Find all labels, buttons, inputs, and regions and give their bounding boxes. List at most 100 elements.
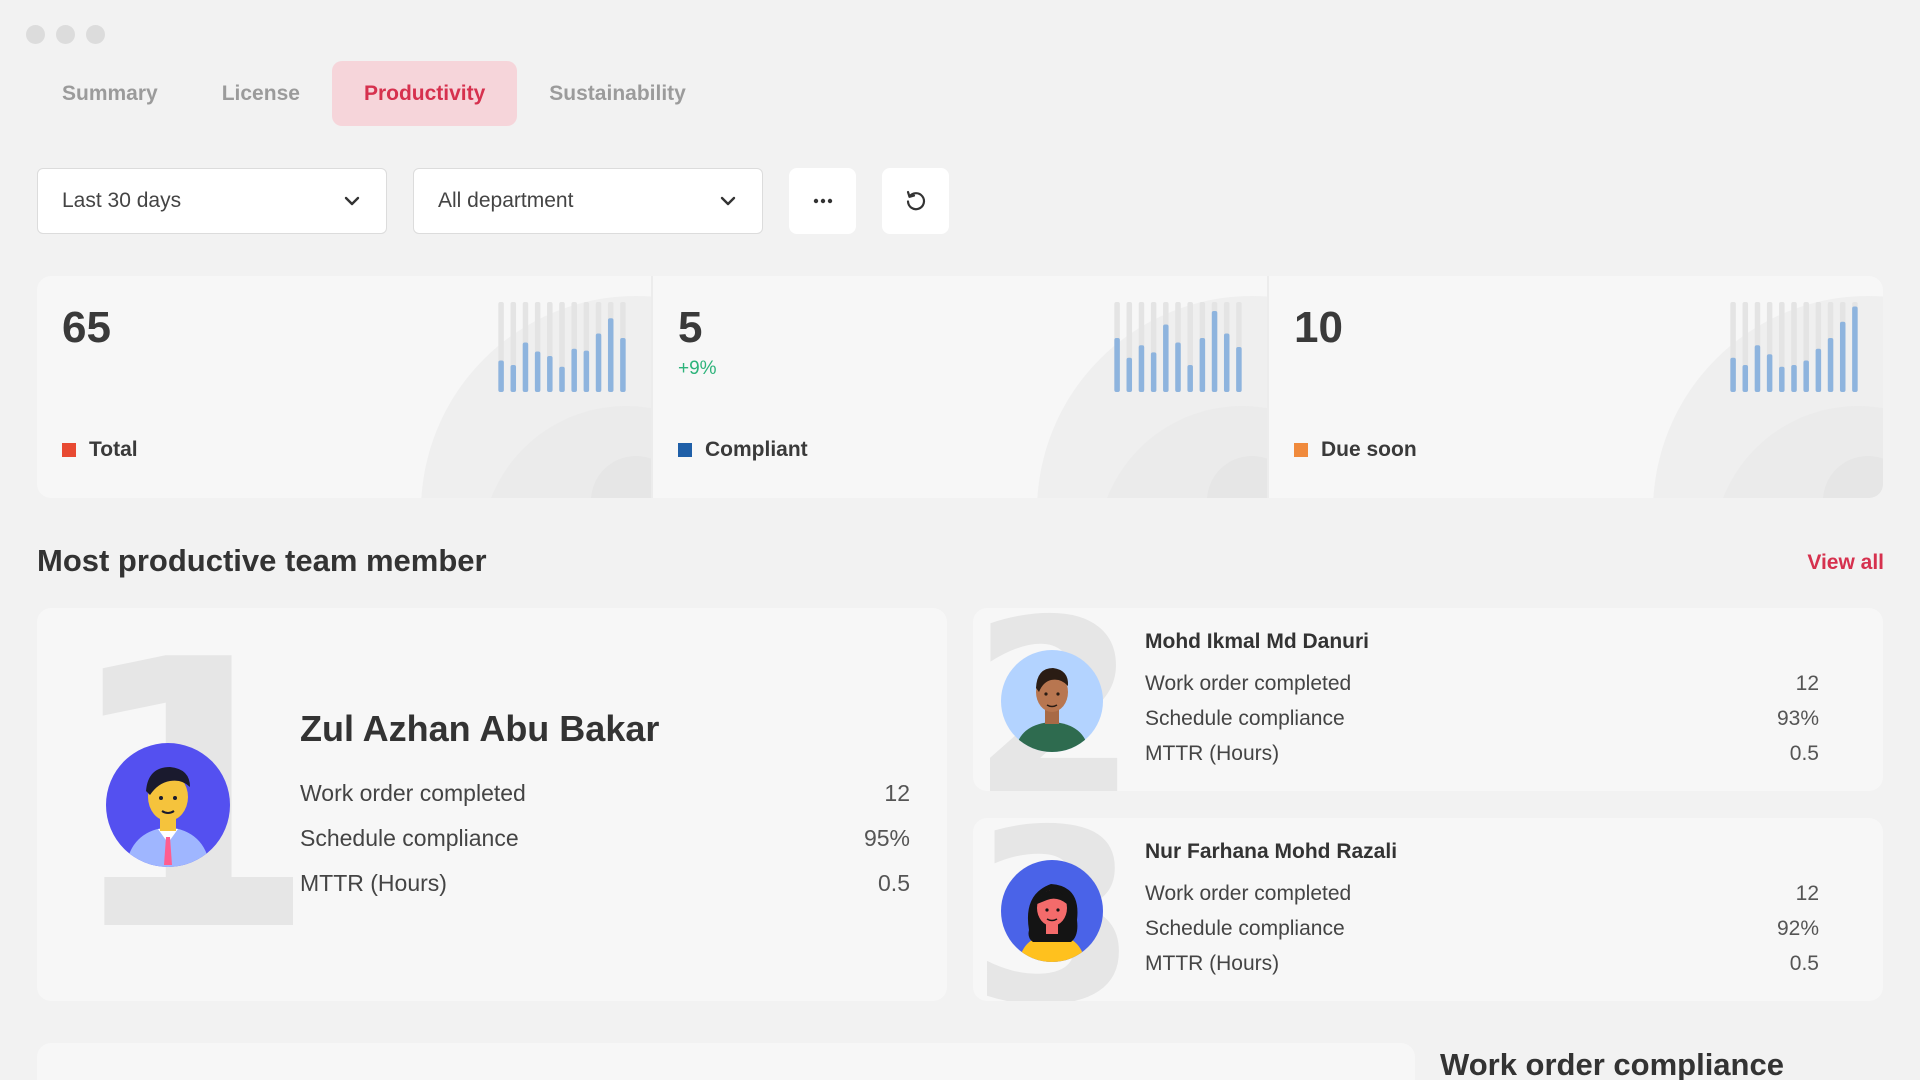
mini-bar	[1150, 352, 1157, 392]
work-order-compliance-title: Work order compliance	[1440, 1047, 1784, 1080]
stat-label: Compliant	[705, 438, 808, 461]
metric-label: Schedule compliance	[1145, 917, 1345, 940]
more-icon	[813, 198, 832, 204]
mini-bar	[1199, 338, 1206, 392]
stat-legend: Compliant	[678, 438, 808, 462]
metric-value: 95%	[863, 825, 910, 851]
metric-value: 93%	[1776, 707, 1819, 730]
mini-bar	[1742, 365, 1749, 392]
member-card[interactable]: 3 Nur Farhana Mohd Razali Work order com…	[973, 818, 1883, 1001]
member-name: Nur Farhana Mohd Razali	[1145, 840, 1398, 863]
mini-bar	[1223, 333, 1230, 392]
refresh-icon	[906, 190, 925, 211]
stats-panel: 65 Total 5 +9% Compliant 10 Due soon	[37, 276, 1883, 498]
chevron-down-icon	[720, 196, 736, 206]
stat-legend: Total	[62, 438, 138, 462]
department-select[interactable]: All department	[413, 168, 763, 234]
section-title: Most productive team member	[37, 543, 487, 578]
member-metrics: Work order completed 12 Schedule complia…	[1145, 882, 1819, 987]
metric-row: MTTR (Hours) 0.5	[1145, 952, 1819, 987]
mini-bar	[1187, 365, 1193, 392]
metric-value: 92%	[1776, 917, 1819, 940]
mini-bar	[1730, 357, 1736, 392]
mini-bar	[1791, 365, 1797, 392]
mini-bar	[1827, 338, 1834, 392]
legend-swatch	[678, 443, 692, 457]
window-controls	[26, 25, 105, 44]
mini-bar	[1114, 338, 1120, 392]
window-dot[interactable]	[26, 25, 45, 44]
mini-bar	[1175, 342, 1181, 392]
mini-bar	[498, 360, 504, 392]
legend-swatch	[62, 443, 76, 457]
mini-bar	[510, 365, 517, 392]
tab-productivity[interactable]: Productivity	[331, 61, 518, 126]
mini-bar	[1126, 357, 1133, 392]
member-name: Mohd Ikmal Md Danuri	[1145, 630, 1370, 653]
metric-label: MTTR (Hours)	[1145, 952, 1280, 975]
stat-label: Total	[89, 438, 138, 461]
mini-bar	[607, 318, 614, 392]
tab-bar: Summary License Productivity Sustainabil…	[30, 61, 718, 126]
tab-sustainability[interactable]: Sustainability	[517, 61, 718, 126]
refresh-button[interactable]	[882, 168, 949, 234]
metric-row: Work order completed 12	[1145, 882, 1819, 917]
chevron-down-icon	[344, 196, 360, 206]
stat-label: Due soon	[1321, 438, 1417, 461]
tab-summary[interactable]: Summary	[30, 61, 190, 126]
window-dot[interactable]	[86, 25, 105, 44]
more-button[interactable]	[789, 168, 856, 234]
metric-row: MTTR (Hours) 0.5	[300, 870, 910, 915]
mini-bar	[1766, 354, 1773, 392]
metric-label: Work order completed	[300, 780, 526, 806]
view-all-link[interactable]: View all	[1807, 551, 1884, 575]
period-select[interactable]: Last 30 days	[37, 168, 387, 234]
legend-swatch	[1294, 443, 1308, 457]
mini-bar	[522, 342, 529, 392]
mini-bar-chart	[1114, 302, 1242, 392]
mini-bar	[1815, 348, 1822, 392]
mini-bar	[1754, 345, 1761, 392]
metric-label: Schedule compliance	[1145, 707, 1345, 730]
member-name: Zul Azhan Abu Bakar	[300, 708, 660, 749]
mini-bar	[595, 333, 602, 392]
period-select-value: Last 30 days	[62, 189, 182, 212]
avatar	[106, 743, 230, 867]
member-metrics: Work order completed 12 Schedule complia…	[300, 780, 910, 915]
mini-bar	[571, 348, 577, 392]
tab-license[interactable]: License	[190, 61, 332, 126]
bottom-panel	[37, 1043, 1415, 1080]
metric-value: 0.5	[1789, 952, 1819, 975]
metric-value: 12	[1795, 882, 1819, 905]
metric-label: MTTR (Hours)	[300, 870, 447, 896]
metric-row: Schedule compliance 93%	[1145, 707, 1819, 742]
window-dot[interactable]	[56, 25, 75, 44]
stat-compliant: 5 +9% Compliant	[651, 276, 1267, 498]
mini-bar	[1236, 347, 1242, 392]
metric-label: MTTR (Hours)	[1145, 742, 1280, 765]
mini-bar	[547, 356, 553, 392]
metric-row: Schedule compliance 92%	[1145, 917, 1819, 952]
stat-due-soon: 10 Due soon	[1267, 276, 1883, 498]
member-card[interactable]: 2 Mohd Ikmal Md Danuri Work order comple…	[973, 608, 1883, 791]
metric-value: 12	[1795, 672, 1819, 695]
department-select-value: All department	[438, 189, 574, 212]
mini-bar-chart	[1730, 302, 1858, 392]
metric-row: Work order completed 12	[300, 780, 910, 825]
mini-bar	[534, 351, 541, 392]
metric-value: 12	[884, 780, 910, 806]
mini-bar	[1138, 345, 1145, 392]
filter-bar: Last 30 days All department	[37, 168, 949, 234]
mini-bar	[1779, 366, 1785, 392]
metric-label: Schedule compliance	[300, 825, 519, 851]
avatar	[1001, 650, 1103, 752]
metric-label: Work order completed	[1145, 882, 1352, 905]
top-member-card[interactable]: 1 Zul Azhan Abu Bakar Work order complet…	[37, 608, 947, 1001]
metric-row: Schedule compliance 95%	[300, 825, 910, 870]
metric-row: Work order completed 12	[1145, 672, 1819, 707]
metric-value: 0.5	[878, 870, 910, 896]
mini-bar-chart	[498, 302, 626, 392]
metric-value: 0.5	[1789, 742, 1819, 765]
mini-bar	[1163, 324, 1169, 392]
mini-bar	[1839, 321, 1846, 392]
